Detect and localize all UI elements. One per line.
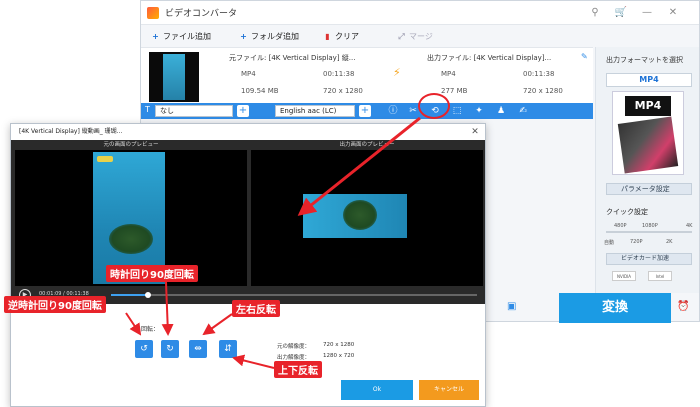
quick-settings-label: クイック設定 [606, 208, 648, 216]
close-button[interactable]: ✕ [665, 5, 681, 21]
clear-button[interactable]: ▮ クリア [323, 31, 359, 42]
src-resolution-value: 720 x 1280 [323, 342, 355, 348]
source-duration: 00:11:38 [323, 70, 355, 78]
callout-mirror-h: 左右反転 [232, 300, 280, 317]
add-file-label: ファイル追加 [163, 32, 211, 41]
add-folder-button[interactable]: + フォルダ追加 [239, 31, 299, 42]
plus-icon: + [240, 32, 247, 41]
format-sidebar: 出力フォーマットを選択 MP4 MP4 パラメータ設定 クイック設定 480P … [595, 47, 699, 293]
bottom-bar: ▣ 変換 ⏰ [501, 293, 699, 323]
seek-bar[interactable] [111, 292, 477, 298]
plus-icon: + [152, 32, 159, 41]
add-file-button[interactable]: + ファイル追加 [151, 31, 211, 42]
coral-island [343, 200, 377, 230]
preview-area: 元の画面のプレビュー 出力画面のプレビュー ▶ 00:01:09 / 00:11… [11, 140, 485, 304]
source-format: MP4 [241, 70, 256, 78]
quality-bottom-1: 720P [630, 239, 643, 245]
rotate-highlight-circle [418, 93, 450, 119]
format-box[interactable]: MP4 [612, 91, 684, 175]
video-badge [97, 156, 113, 162]
dialog-close-button[interactable]: ✕ [469, 124, 481, 140]
src-resolution-label: 元の解像度： [277, 344, 311, 350]
film-icon [617, 116, 679, 174]
coral-island [109, 224, 153, 254]
toolbar: + ファイル追加 + フォルダ追加 ▮ クリア ⤢ マージ [141, 27, 593, 47]
flip-vertical-button[interactable]: ⇵ [219, 340, 237, 358]
cart-icon[interactable]: 🛒 [613, 5, 629, 21]
quality-bottom-0: 自動 [604, 240, 615, 246]
callout-mirror-v: 上下反転 [274, 361, 322, 378]
format-box-label: MP4 [625, 96, 671, 116]
lightning-icon: ⚡ [393, 66, 401, 79]
select-format-label: 出力フォーマットを選択 [606, 56, 683, 64]
watermark-icon[interactable]: ♟ [495, 105, 507, 117]
output-duration: 00:11:38 [523, 70, 555, 78]
subtitle-icon: T [145, 105, 150, 114]
source-resolution: 720 x 1280 [323, 87, 363, 95]
edit-toolbar: T なし + English aac (LC) + ⓘ ✂ ⟲ ⬚ ✦ ♟ ✍ [141, 103, 593, 119]
audio-select[interactable]: English aac (LC) [275, 105, 355, 117]
merge-icon: ⤢ [398, 32, 405, 41]
out-resolution-value: 1280 x 720 [323, 353, 355, 359]
callout-ccw: 逆時計回り90度回転 [4, 296, 106, 313]
output-file-label: 出力ファイル: [4K Vertical Display]... [427, 54, 552, 62]
nvidia-chip: NVIDIA [612, 271, 636, 281]
pen-icon[interactable]: ✍ [517, 105, 529, 117]
source-size: 109.54 MB [241, 87, 279, 95]
rotate-label: 回転： [141, 326, 160, 333]
window-title: ビデオコンバータ [165, 9, 238, 19]
flip-horizontal-button[interactable]: ⇹ [189, 340, 207, 358]
quality-bottom-2: 2K [666, 239, 673, 245]
cancel-button[interactable]: キャンセル [419, 380, 479, 400]
source-file-label: 元ファイル: [4K Vertical Display] 縦... [229, 54, 356, 62]
rotate-ccw-button[interactable]: ↺ [135, 340, 153, 358]
source-preview-label: 元の画面のプレビュー [103, 142, 159, 148]
add-subtitle-button[interactable]: + [237, 105, 249, 117]
gpu-accel-button[interactable]: ビデオカード加速 [606, 253, 692, 265]
quality-top-0: 480P [614, 223, 627, 229]
subtitle-select[interactable]: なし [155, 105, 233, 117]
video-thumbnail[interactable] [149, 52, 199, 102]
out-resolution-label: 出力解像度： [277, 355, 311, 361]
search-icon[interactable]: ⚲ [587, 5, 603, 21]
merge-button[interactable]: ⤢ マージ [397, 31, 433, 42]
output-folder-icon[interactable]: ▣ [507, 301, 516, 312]
output-preview [251, 150, 483, 286]
convert-button[interactable]: 変換 [559, 293, 671, 323]
quality-top-1: 1080P [642, 223, 658, 229]
output-format: MP4 [441, 70, 456, 78]
thumbnail-frame [163, 54, 185, 100]
output-resolution: 720 x 1280 [523, 87, 563, 95]
output-video-frame [303, 194, 407, 238]
clear-label: クリア [335, 32, 359, 41]
dialog-title: [4K Vertical Display] 縦動画_ 珊瑚... [11, 124, 485, 140]
file-row: 元ファイル: [4K Vertical Display] 縦... MP4 00… [141, 47, 593, 103]
quality-slider[interactable] [606, 231, 692, 233]
output-size: 277 MB [441, 87, 468, 95]
rotate-cw-button[interactable]: ↻ [161, 340, 179, 358]
minimize-button[interactable]: — [639, 5, 655, 21]
edit-icon[interactable]: ✎ [581, 52, 588, 61]
alarm-icon[interactable]: ⏰ [677, 301, 689, 312]
app-logo-icon [147, 7, 159, 19]
quality-top-2: 4K [686, 223, 693, 229]
crop-icon[interactable]: ⬚ [451, 105, 463, 117]
add-folder-label: フォルダ追加 [251, 32, 299, 41]
info-icon[interactable]: ⓘ [387, 105, 399, 117]
title-bar: ビデオコンバータ ⚲ 🛒 — ✕ [141, 1, 699, 25]
output-preview-label: 出力画面のプレビュー [339, 142, 395, 148]
param-settings-button[interactable]: パラメータ設定 [606, 183, 692, 195]
intel-chip: Intel [648, 271, 672, 281]
callout-cw: 時計回り90度回転 [106, 265, 198, 282]
merge-label: マージ [409, 32, 433, 41]
rotate-dialog: [4K Vertical Display] 縦動画_ 珊瑚... ✕ 元の画面の… [10, 123, 486, 407]
add-audio-button[interactable]: + [359, 105, 371, 117]
trash-icon: ▮ [325, 32, 330, 41]
effects-icon[interactable]: ✦ [473, 105, 485, 117]
seek-fill [111, 294, 147, 296]
format-select[interactable]: MP4 [606, 73, 692, 87]
ok-button[interactable]: Ok [341, 380, 413, 400]
seek-knob[interactable] [145, 292, 151, 298]
